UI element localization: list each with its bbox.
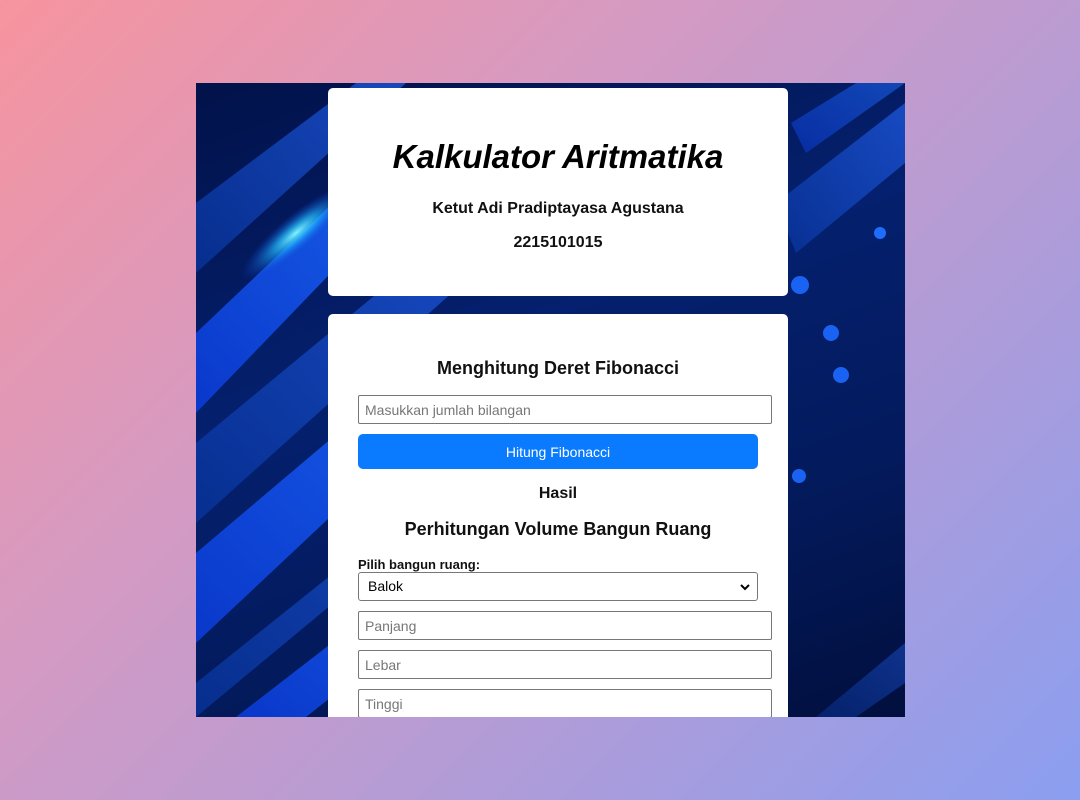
student-id: 2215101015 xyxy=(513,234,603,251)
app-background: Kalkulator Aritmatika Ketut Adi Pradipta… xyxy=(196,83,905,717)
calculate-fibonacci-button[interactable]: Hitung Fibonacci xyxy=(358,434,758,469)
chevron-down-icon xyxy=(740,584,750,591)
shape-select-label: Pilih bangun ruang: xyxy=(358,557,481,572)
header-card: Kalkulator Aritmatika Ketut Adi Pradipta… xyxy=(328,88,788,296)
fibonacci-result-label: Hasil xyxy=(538,485,578,502)
height-input[interactable] xyxy=(358,689,772,717)
fibonacci-section-title: Menghitung Deret Fibonacci xyxy=(436,358,679,378)
author-name: Ketut Adi Pradiptayasa Agustana xyxy=(432,200,684,217)
shape-select[interactable]: Balok xyxy=(358,572,758,601)
length-input[interactable] xyxy=(358,611,772,640)
shape-select-value: Balok xyxy=(368,578,404,594)
width-input[interactable] xyxy=(358,650,772,679)
calculator-card: Menghitung Deret Fibonacci Hitung Fibona… xyxy=(328,314,788,717)
volume-section-title: Perhitungan Volume Bangun Ruang xyxy=(404,519,712,539)
fibonacci-count-input[interactable] xyxy=(358,395,772,424)
app-title: Kalkulator Aritmatika xyxy=(392,138,724,175)
